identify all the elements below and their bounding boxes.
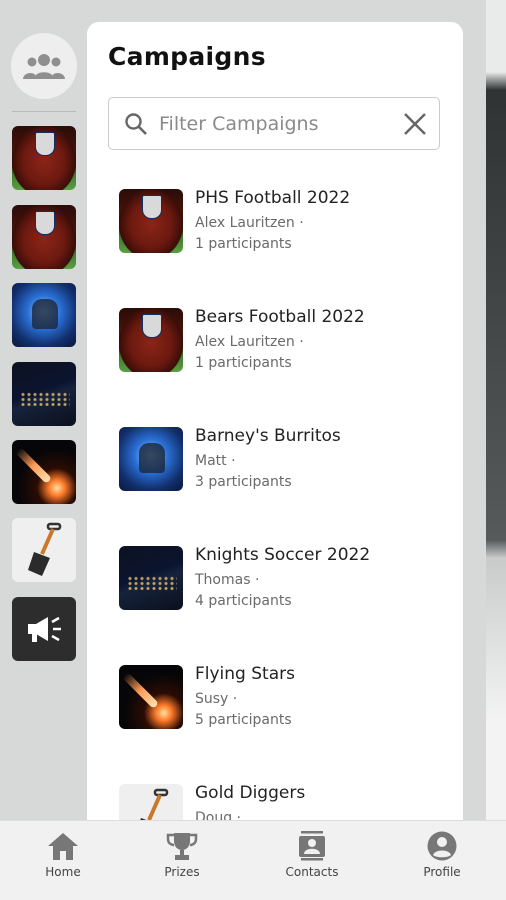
trophy-icon xyxy=(166,833,198,860)
campaign-thumbnail xyxy=(119,665,183,729)
campaign-thumbnail xyxy=(119,427,183,491)
megaphone-icon xyxy=(28,616,61,642)
campaign-owner: Doug · xyxy=(195,810,242,820)
campaign-owner: Susy · xyxy=(195,691,238,707)
football-logo-icon xyxy=(35,132,55,156)
campaign-participants: 5 participants xyxy=(195,712,292,728)
nav-prizes[interactable]: Prizes xyxy=(137,831,227,893)
rail-item-comet[interactable] xyxy=(12,440,76,504)
campaign-name: Bears Football 2022 xyxy=(195,307,365,327)
nav-contacts-label: Contacts xyxy=(285,865,339,879)
nav-home[interactable]: Home xyxy=(18,831,108,893)
campaign-name: Flying Stars xyxy=(195,664,295,684)
close-icon[interactable] xyxy=(401,110,429,138)
campaign-participants: 4 participants xyxy=(195,593,292,609)
home-icon xyxy=(48,833,78,860)
contacts-icon xyxy=(299,831,325,861)
search-input[interactable] xyxy=(159,110,389,138)
campaign-name: PHS Football 2022 xyxy=(195,188,351,208)
campaign-thumbnail xyxy=(119,546,183,610)
shovel-icon xyxy=(28,522,62,576)
search-icon xyxy=(125,113,147,135)
rail-item-football-2[interactable] xyxy=(12,205,76,269)
nav-profile[interactable]: Profile xyxy=(397,831,487,893)
campaigns-panel: Campaigns PHS Football 2022 Alex Lauritz… xyxy=(87,22,463,820)
nav-profile-label: Profile xyxy=(423,865,461,879)
campaign-thumbnail xyxy=(119,784,183,820)
campaign-name: Barney's Burritos xyxy=(195,426,341,446)
search-box xyxy=(108,97,440,150)
list-item[interactable]: Gold Diggers Doug · xyxy=(87,772,463,820)
page-title: Campaigns xyxy=(108,42,266,71)
campaign-owner: Matt · xyxy=(195,453,236,469)
rail-item-night-earth[interactable] xyxy=(12,362,76,426)
campaign-participants: 1 participants xyxy=(195,236,292,252)
rail-group-button[interactable] xyxy=(11,33,77,99)
list-item[interactable]: Flying Stars Susy · 5 participants xyxy=(87,653,463,753)
nav-prizes-label: Prizes xyxy=(164,865,200,879)
football-logo-icon xyxy=(35,211,55,235)
list-item[interactable]: Bears Football 2022 Alex Lauritzen · 1 p… xyxy=(87,296,463,396)
rail-item-football-1[interactable] xyxy=(12,126,76,190)
list-item[interactable]: Barney's Burritos Matt · 3 participants xyxy=(87,415,463,515)
rail-item-blue-burst[interactable] xyxy=(12,283,76,347)
rail-item-shovel[interactable] xyxy=(12,518,76,582)
campaign-owner: Alex Lauritzen · xyxy=(195,334,304,350)
list-item[interactable]: PHS Football 2022 Alex Lauritzen · 1 par… xyxy=(87,177,463,277)
group-icon xyxy=(23,54,65,79)
campaign-participants: 3 participants xyxy=(195,474,292,490)
campaign-owner: Thomas · xyxy=(195,572,260,588)
list-item[interactable]: Knights Soccer 2022 Thomas · 4 participa… xyxy=(87,534,463,634)
campaign-participants: 1 participants xyxy=(195,355,292,371)
rail-item-megaphone[interactable] xyxy=(12,597,76,661)
shovel-icon xyxy=(140,788,169,820)
nav-home-label: Home xyxy=(45,865,81,879)
campaign-thumbnail xyxy=(119,308,183,372)
nav-contacts[interactable]: Contacts xyxy=(267,831,357,893)
campaign-thumbnail xyxy=(119,189,183,253)
dimmed-background xyxy=(486,0,506,900)
profile-icon xyxy=(427,831,457,861)
campaign-rail xyxy=(0,0,88,820)
campaign-owner: Alex Lauritzen · xyxy=(195,215,304,231)
rail-divider xyxy=(12,111,76,112)
campaign-name: Knights Soccer 2022 xyxy=(195,545,371,565)
bottom-nav: Home Prizes Contacts Profile xyxy=(0,820,506,900)
campaign-name: Gold Diggers xyxy=(195,783,306,803)
